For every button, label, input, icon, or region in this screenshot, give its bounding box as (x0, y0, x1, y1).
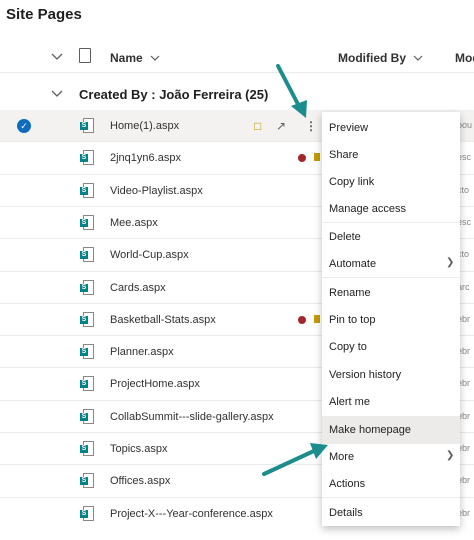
error-icon (298, 316, 306, 324)
menu-divider (322, 497, 460, 498)
menu-item-label: Delete (329, 231, 361, 243)
error-icon (298, 154, 306, 162)
sharepoint-page-icon: S (80, 150, 94, 165)
header-divider (0, 72, 474, 73)
menu-item-label: Share (329, 149, 359, 161)
sharepoint-page-icon: S (80, 473, 94, 488)
menu-item-label: Copy to (329, 341, 367, 353)
context-menu: Preview Share Copy link Manage access Delete… (322, 112, 460, 526)
checkout-icon (314, 315, 320, 323)
menu-item-label: Copy link (329, 176, 375, 188)
sharepoint-page-icon: S (80, 280, 94, 295)
file-type-icon[interactable] (79, 48, 91, 63)
chevron-down-icon[interactable] (51, 86, 63, 101)
menu-item-alert-me[interactable]: Alert me (322, 388, 460, 415)
menu-item-label: Alert me (329, 396, 370, 408)
column-name-label: Name (110, 51, 143, 65)
sharepoint-page-icon: S (80, 312, 94, 327)
sharepoint-page-icon: S (80, 376, 94, 391)
file-name[interactable]: Topics.aspx (110, 443, 167, 455)
menu-item-label: More (329, 451, 355, 463)
menu-item-delete[interactable]: Delete (322, 223, 460, 250)
collapse-all-chevron-icon[interactable] (51, 50, 63, 64)
menu-item-copy-link[interactable]: Copy link (322, 168, 460, 195)
sharepoint-page-icon: S (80, 215, 94, 230)
annotation-arrow-icon (262, 443, 328, 476)
checkout-icon (314, 153, 320, 161)
file-name[interactable]: Home(1).aspx (110, 120, 179, 132)
chevron-down-icon (413, 55, 423, 61)
file-name[interactable]: Offices.aspx (110, 475, 170, 487)
menu-item-label: Make homepage (329, 424, 411, 436)
column-modified[interactable]: Mod (455, 51, 474, 65)
file-name[interactable]: 2jnq1yn6.aspx (110, 152, 181, 164)
sharepoint-page-icon: S (80, 183, 94, 198)
group-header[interactable]: Created By : João Ferreira (25) (0, 82, 474, 106)
menu-item-automate[interactable]: Automate ❯ (322, 250, 460, 277)
sharepoint-page-icon: S (80, 506, 94, 521)
menu-item-label: Details (329, 507, 363, 519)
file-name[interactable]: Cards.aspx (110, 282, 166, 294)
menu-item-make-homepage[interactable]: Make homepage (322, 416, 460, 443)
file-name[interactable]: Basketball-Stats.aspx (110, 314, 216, 326)
menu-item-manage-access[interactable]: Manage access (322, 195, 460, 222)
menu-item-pin-to-top[interactable]: Pin to top (322, 306, 460, 333)
column-modified-by-label: Modified By (338, 51, 406, 65)
file-name[interactable]: Project-X---Year-conference.aspx (110, 508, 273, 520)
column-name[interactable]: Name (110, 51, 160, 65)
file-name[interactable]: Planner.aspx (110, 346, 174, 358)
checkmark-icon[interactable]: ✓ (17, 119, 31, 133)
menu-item-label: Actions (329, 478, 366, 490)
group-label: Created By : João Ferreira (25) (79, 87, 269, 102)
file-name[interactable]: ProjectHome.aspx (110, 378, 200, 390)
menu-item-share[interactable]: Share (322, 141, 460, 168)
menu-item-preview[interactable]: Preview (322, 114, 460, 141)
file-name[interactable]: Video-Playlist.aspx (110, 185, 203, 197)
sharepoint-page-icon: S (80, 118, 94, 133)
menu-item-more[interactable]: More ❯ (322, 443, 460, 470)
column-modified-by[interactable]: Modified By (338, 51, 423, 65)
file-name[interactable]: CollabSummit---slide-gallery.aspx (110, 411, 274, 423)
chevron-down-icon (150, 55, 160, 61)
menu-item-label: Preview (329, 122, 369, 134)
file-name[interactable]: World-Cup.aspx (110, 249, 189, 261)
menu-item-label: Automate (329, 258, 377, 270)
menu-item-label: Pin to top (329, 314, 376, 326)
chevron-right-icon: ❯ (446, 257, 455, 268)
checkout-icon: □ (254, 119, 262, 133)
annotation-arrow-icon (276, 64, 307, 118)
menu-item-label: Rename (329, 287, 371, 299)
chevron-right-icon: ❯ (446, 450, 455, 461)
menu-item-label: Manage access (329, 203, 407, 215)
menu-divider (322, 277, 460, 278)
menu-item-label: Version history (329, 369, 402, 381)
sharepoint-page-icon: S (80, 247, 94, 262)
sharepoint-page-icon: S (80, 409, 94, 424)
column-header-row: Name Modified By Mod (0, 46, 474, 70)
sharepoint-page-icon: S (80, 344, 94, 359)
file-name[interactable]: Mee.aspx (110, 217, 158, 229)
menu-item-actions[interactable]: Actions (322, 470, 460, 497)
page-title: Site Pages (6, 6, 82, 23)
sharepoint-page-icon: S (80, 441, 94, 456)
menu-item-details[interactable]: Details (322, 499, 460, 526)
menu-item-copy-to[interactable]: Copy to (322, 333, 460, 360)
menu-item-version-history[interactable]: Version history (322, 361, 460, 388)
menu-item-rename[interactable]: Rename (322, 279, 460, 306)
